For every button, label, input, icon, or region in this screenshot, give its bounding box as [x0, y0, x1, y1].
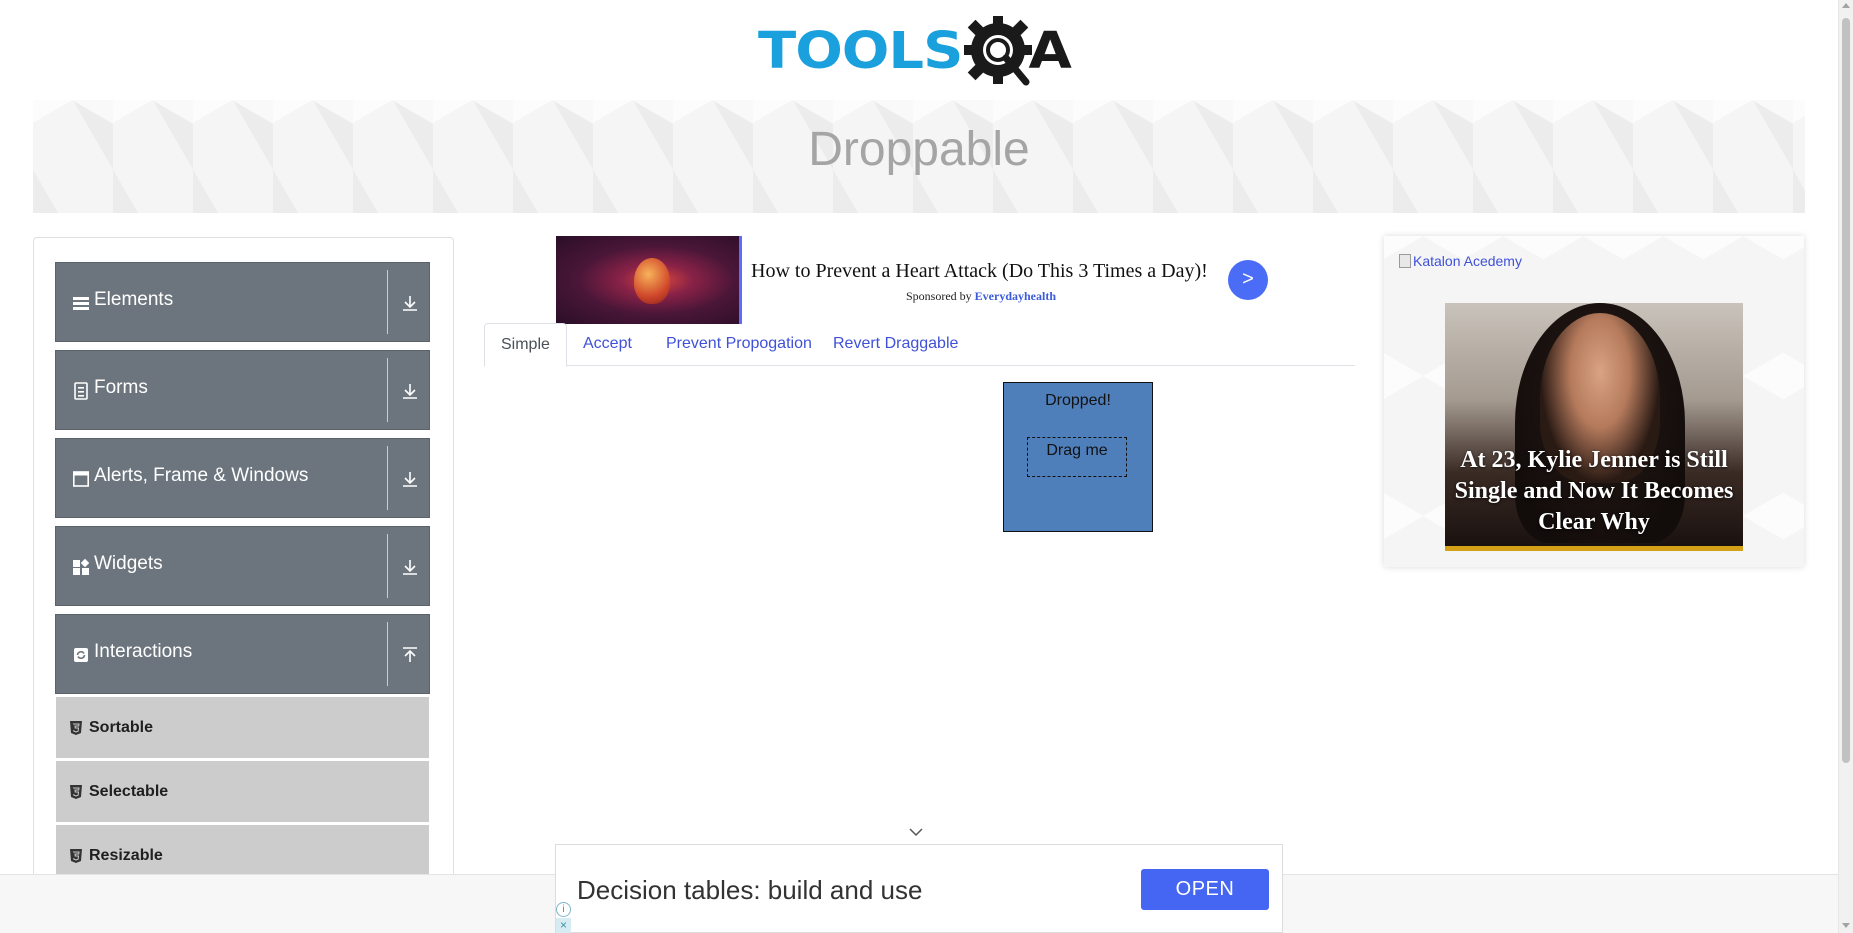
tab-revert-draggable[interactable]: Revert Draggable: [817, 323, 974, 367]
scroll-down-icon[interactable]: [1842, 923, 1850, 928]
drop-target-label: Dropped!: [1045, 392, 1111, 409]
logo-text-a: A: [1028, 22, 1072, 81]
sidebar-item-selectable[interactable]: Selectable: [56, 761, 429, 823]
html5-icon: [70, 721, 82, 735]
tab-prevent-propogation[interactable]: Prevent Propogation: [650, 323, 828, 367]
upload-arrow-icon: [403, 647, 417, 662]
window-icon: [73, 471, 89, 487]
sidebar-group-label: Elements: [94, 289, 174, 310]
divider: [387, 534, 388, 598]
ad-banner-bottom[interactable]: Decision tables: build and use OPEN: [555, 844, 1283, 933]
promo-headline: At 23, Kylie Jenner is Still Single and …: [1454, 447, 1734, 535]
droppable-tabs: Simple Accept Prevent Propogation Revert…: [484, 323, 1355, 367]
sidebar-item-label: Sortable: [89, 719, 154, 736]
scroll-up-icon[interactable]: [1842, 3, 1850, 8]
download-arrow-icon: [403, 560, 417, 575]
sidebar-group-interactions[interactable]: Interactions: [55, 614, 430, 694]
ad-sponsor: Sponsored by Everydayhealth: [906, 289, 1056, 304]
broken-image-icon: [1399, 254, 1411, 268]
divider: [387, 446, 388, 510]
sidebar-item-label: Resizable: [89, 847, 163, 864]
sidebar-group-label: Interactions: [94, 641, 193, 662]
download-arrow-icon: [403, 296, 417, 311]
sidebar-item-label: Selectable: [89, 783, 169, 800]
tab-accept[interactable]: Accept: [567, 323, 648, 367]
list-icon: [73, 297, 89, 310]
download-arrow-icon: [403, 384, 417, 399]
refresh-icon: [74, 648, 88, 662]
page: TOOLS A Droppable Elements Forms Alerts,…: [0, 0, 1853, 933]
divider: [387, 622, 388, 686]
sidebar-group-alerts[interactable]: Alerts, Frame & Windows: [55, 438, 430, 518]
ad-headline[interactable]: How to Prevent a Heart Attack (Do This 3…: [751, 260, 1208, 283]
ad-sidebar-right[interactable]: Katalon Acedemy At 23, Kylie Jenner is S…: [1384, 236, 1804, 567]
ad-info-icon[interactable]: i: [556, 902, 571, 917]
sidebar-group-elements[interactable]: Elements: [55, 262, 430, 342]
divider: [387, 270, 388, 334]
page-title: Droppable: [808, 123, 1030, 176]
ad-heart-image[interactable]: [556, 236, 742, 324]
sidebar-group-forms[interactable]: Forms: [55, 350, 430, 430]
page-scrollbar[interactable]: [1838, 0, 1853, 933]
sidebar-group-label: Alerts, Frame & Windows: [94, 465, 309, 486]
ad-open-button[interactable]: OPEN: [1141, 869, 1269, 910]
sidebar-item-sortable[interactable]: Sortable: [56, 697, 429, 759]
page-banner: Droppable: [33, 100, 1805, 213]
ad-banner-top[interactable]: How to Prevent a Heart Attack (Do This 3…: [556, 236, 1272, 324]
form-icon: [74, 382, 88, 400]
draggable-box[interactable]: Drag me: [1027, 437, 1127, 477]
sidebar-group-label: Forms: [94, 377, 148, 398]
logo-text: TOOLS: [758, 22, 963, 81]
ad-close-icon[interactable]: ×: [556, 918, 571, 933]
html5-icon: [70, 785, 82, 799]
download-arrow-icon: [403, 472, 417, 487]
widgets-icon: [73, 558, 89, 575]
scroll-thumb[interactable]: [1842, 18, 1850, 763]
chevron-down-icon[interactable]: [908, 826, 924, 838]
broken-image[interactable]: Katalon Acedemy: [1399, 253, 1522, 269]
tab-simple[interactable]: Simple: [484, 323, 567, 367]
broken-image-alt: Katalon Acedemy: [1413, 253, 1522, 269]
ad-sponsor-link[interactable]: Everydayhealth: [975, 289, 1056, 303]
sidebar-group-label: Widgets: [94, 553, 163, 574]
ad-bottom-headline[interactable]: Decision tables: build and use: [577, 875, 922, 906]
ad-sponsor-prefix: Sponsored by: [906, 289, 972, 303]
divider: [387, 358, 388, 422]
heart-illustration: [634, 258, 670, 304]
html5-icon: [70, 849, 82, 863]
sidebar: Elements Forms Alerts, Frame & Windows W…: [33, 237, 454, 933]
ad-next-button[interactable]: >: [1228, 260, 1268, 300]
promo-image[interactable]: At 23, Kylie Jenner is Still Single and …: [1445, 303, 1743, 551]
draggable-label: Drag me: [1046, 442, 1108, 459]
toolsqa-logo[interactable]: TOOLS A: [758, 14, 1088, 90]
sidebar-group-widgets[interactable]: Widgets: [55, 526, 430, 606]
